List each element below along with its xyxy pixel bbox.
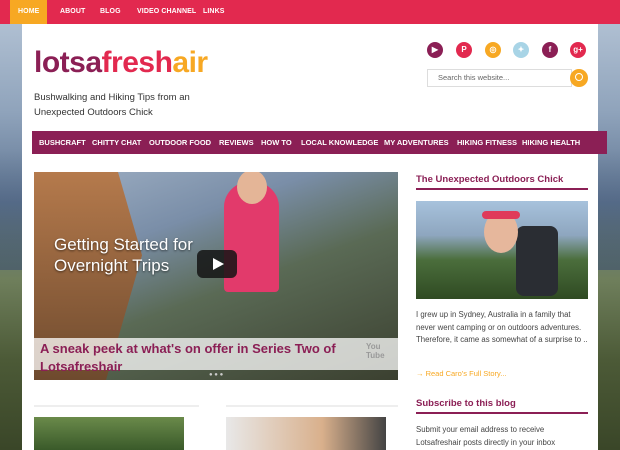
nav-local-knowledge[interactable]: LOCAL KNOWLEDGE [301,131,378,154]
nav-reviews[interactable]: REVIEWS [219,131,254,154]
nav-bushcraft[interactable]: BUSHCRAFT [39,131,86,154]
site-tagline: Bushwalking and Hiking Tips from an Unex… [34,92,190,118]
top-nav-links[interactable]: LINKS [203,0,225,24]
video-overlay-title: Getting Started for Overnight Trips [54,235,193,275]
twitter-icon[interactable]: ✦ [513,42,529,58]
author-photo [416,201,588,299]
play-icon[interactable] [197,250,237,278]
subscribe-heading: Subscribe to this blog [416,398,516,409]
top-nav: HOME ABOUT BLOG VIDEO CHANNEL LINKS [0,0,620,24]
post-thumbnail[interactable] [226,417,386,450]
instagram-icon[interactable]: ◎ [485,42,501,58]
top-nav-blog[interactable]: BLOG [100,0,121,24]
youtube-watermark: You Tube [366,342,385,360]
nav-hiking-health[interactable]: HIKING HEALTH [522,131,580,154]
pinterest-icon[interactable]: P [456,42,472,58]
about-text: I grew up in Sydney, Australia in a fami… [416,310,588,344]
video-caption[interactable]: A sneak peek at what's on offer in Serie… [34,338,398,374]
site-logo[interactable]: lotsafreshair [34,46,208,80]
youtube-icon[interactable]: ▶ [427,42,443,58]
about-heading: The Unexpected Outdoors Chick [416,174,564,185]
page-panel: lotsafreshair Bushwalking and Hiking Tip… [22,24,607,450]
search-input[interactable]: Search this website... [427,69,572,87]
top-nav-video-channel[interactable]: VIDEO CHANNEL [137,0,196,24]
slider-dots[interactable]: ● ● ● [209,372,223,378]
post-thumbnail[interactable] [34,417,184,450]
facebook-icon[interactable]: f [542,42,558,58]
main-nav: BUSHCRAFT CHITTY CHAT OUTDOOR FOOD REVIE… [32,131,607,154]
googleplus-icon[interactable]: g+ [570,42,586,58]
nav-hiking-fitness[interactable]: HIKING FITNESS [457,131,517,154]
nav-outdoor-food[interactable]: OUTDOOR FOOD [149,131,211,154]
top-nav-about[interactable]: ABOUT [60,0,85,24]
nav-my-adventures[interactable]: MY ADVENTURES [384,131,449,154]
read-more-link[interactable]: → Read Caro's Full Story... [416,369,507,378]
featured-video[interactable]: Getting Started for Overnight Trips A sn… [34,172,398,380]
top-nav-home[interactable]: HOME [10,0,48,24]
nav-chitty-chat[interactable]: CHITTY CHAT [92,131,141,154]
search-icon[interactable] [570,69,588,87]
subscribe-text: Submit your email address to receive Lot… [416,425,556,447]
nav-how-to[interactable]: HOW TO [261,131,292,154]
